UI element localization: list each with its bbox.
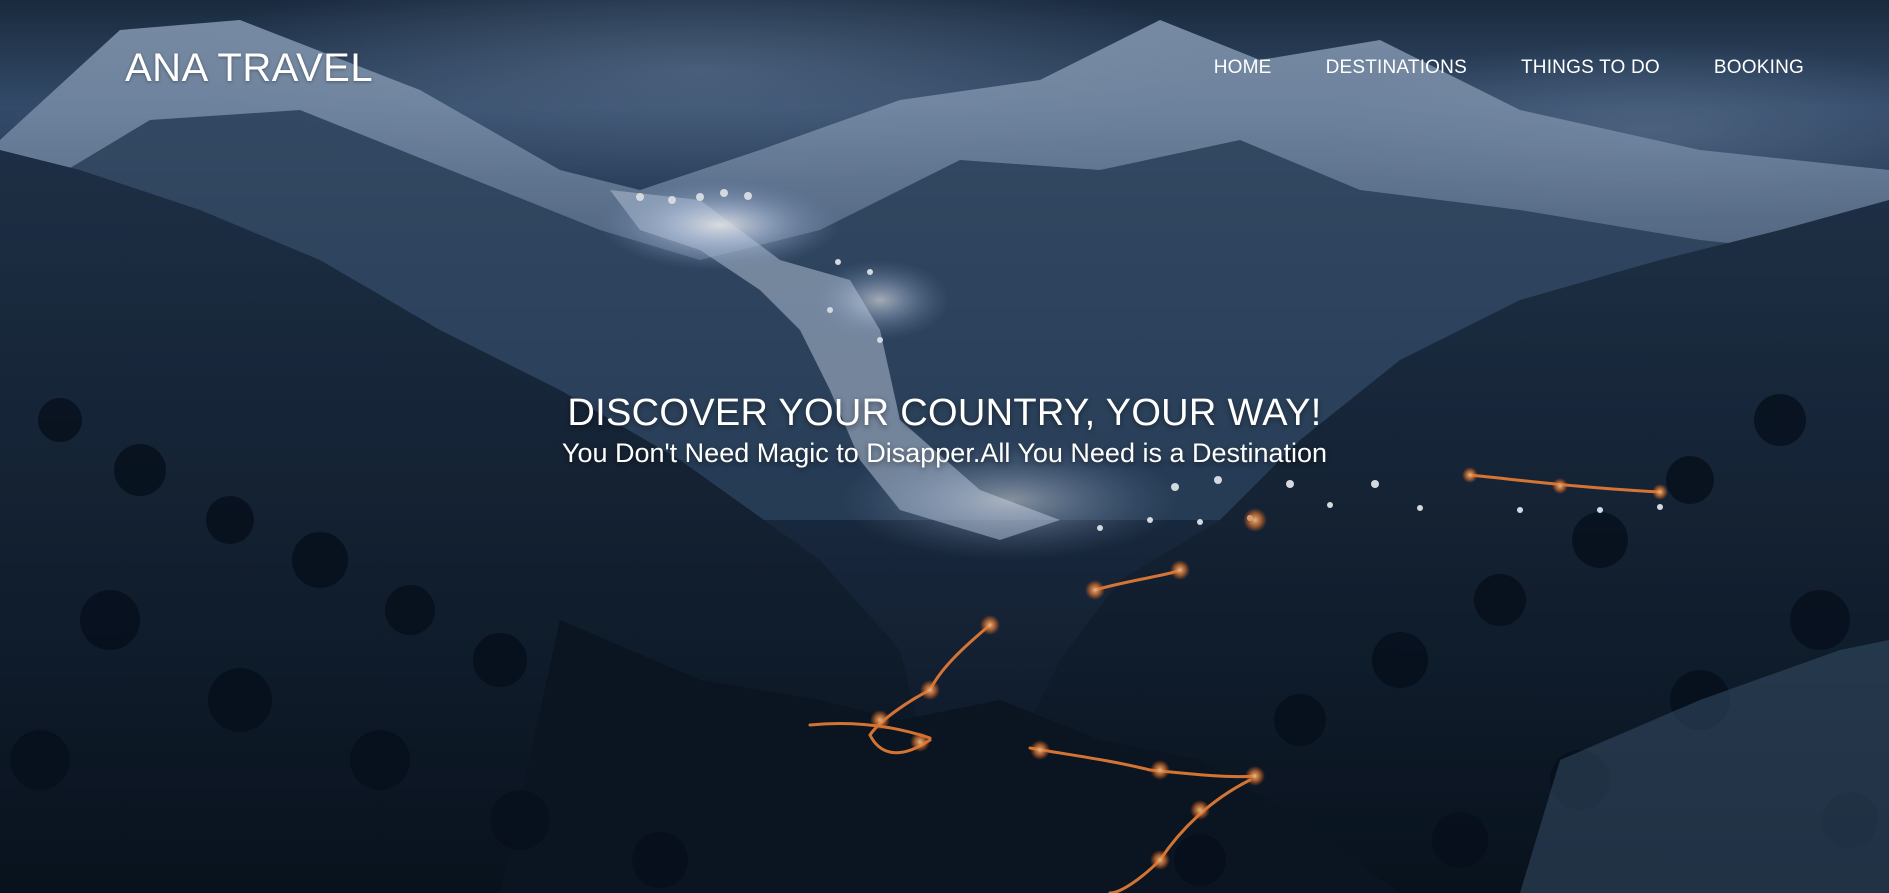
nav-link-destinations[interactable]: DESTINATIONS (1299, 56, 1494, 80)
nav-item-destinations: DESTINATIONS (1299, 56, 1494, 80)
nav-link-home[interactable]: HOME (1187, 56, 1299, 80)
nav-item-things-to-do: THINGS TO DO (1494, 56, 1687, 80)
site-navbar: ANA TRAVEL HOME DESTINATIONS THINGS TO D… (0, 0, 1889, 136)
nav-item-booking: BOOKING (1687, 56, 1831, 80)
brand-logo[interactable]: ANA TRAVEL (125, 44, 373, 92)
primary-nav: HOME DESTINATIONS THINGS TO DO BOOKING (1187, 56, 1831, 80)
hero-subtitle: You Don't Need Magic to Disapper.All You… (561, 438, 1328, 468)
hero-section: ANA TRAVEL HOME DESTINATIONS THINGS TO D… (0, 0, 1889, 893)
nav-link-booking[interactable]: BOOKING (1687, 56, 1831, 80)
nav-link-things-to-do[interactable]: THINGS TO DO (1494, 56, 1687, 80)
hero-text-block: DISCOVER YOUR COUNTRY, YOUR WAY! You Don… (0, 390, 1889, 470)
nav-item-home: HOME (1187, 56, 1299, 80)
hero-title: DISCOVER YOUR COUNTRY, YOUR WAY! (567, 392, 1322, 434)
